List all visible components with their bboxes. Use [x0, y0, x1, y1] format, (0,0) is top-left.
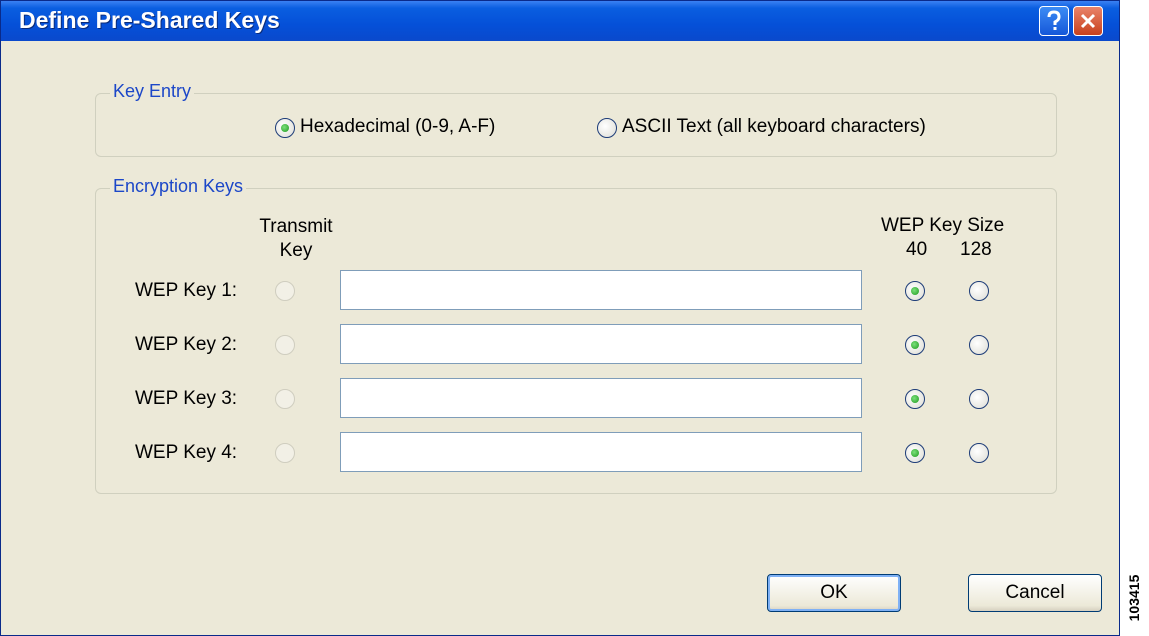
- wep-key-1-size-40-radio[interactable]: [905, 281, 925, 301]
- wep-key-4-transmit-radio[interactable]: [275, 443, 295, 463]
- ascii-text-radio[interactable]: [597, 118, 617, 138]
- hexadecimal-label[interactable]: Hexadecimal (0-9, A-F): [300, 116, 495, 138]
- close-icon: [1080, 13, 1096, 29]
- wep-key-3-input[interactable]: [340, 378, 862, 418]
- wep-key-3-transmit-radio[interactable]: [275, 389, 295, 409]
- cancel-button[interactable]: Cancel: [968, 574, 1102, 612]
- transmit-key-header: Transmit Key: [256, 215, 336, 263]
- dialog-window: Define Pre-Shared Keys Key Entry Hexadec…: [0, 0, 1120, 636]
- wep-key-3-size-40-radio[interactable]: [905, 389, 925, 409]
- wep-key-4-label: WEP Key 4:: [135, 442, 238, 463]
- wep-key-4-size-128-radio[interactable]: [969, 443, 989, 463]
- help-button[interactable]: [1039, 6, 1069, 36]
- wep-key-1-label: WEP Key 1:: [135, 280, 238, 301]
- wep-key-2-label: WEP Key 2:: [135, 334, 238, 355]
- ok-button[interactable]: OK: [767, 574, 901, 612]
- wep-key-3-size-128-radio[interactable]: [969, 389, 989, 409]
- wep-key-1-transmit-radio[interactable]: [275, 281, 295, 301]
- question-mark-icon: [1047, 10, 1061, 30]
- wep-key-2-input[interactable]: [340, 324, 862, 364]
- figure-id: 103415: [1122, 560, 1146, 636]
- wep-key-2-size-40-radio[interactable]: [905, 335, 925, 355]
- wep-key-size-header: WEP Key Size: [881, 215, 1005, 236]
- transmit-header-line1: Transmit: [259, 216, 333, 237]
- wep-key-1-input[interactable]: [340, 270, 862, 310]
- title-bar[interactable]: Define Pre-Shared Keys: [1, 1, 1119, 41]
- wep-key-4-input[interactable]: [340, 432, 862, 472]
- wep-key-2-size-128-radio[interactable]: [969, 335, 989, 355]
- transmit-header-line2: Key: [279, 240, 313, 261]
- dialog-title: Define Pre-Shared Keys: [19, 7, 280, 33]
- encryption-keys-legend: Encryption Keys: [110, 176, 247, 197]
- size-128-header: 128: [960, 239, 992, 260]
- wep-key-2-transmit-radio[interactable]: [275, 335, 295, 355]
- wep-key-4-size-40-radio[interactable]: [905, 443, 925, 463]
- wep-key-3-label: WEP Key 3:: [135, 388, 238, 409]
- size-40-header: 40: [906, 239, 928, 260]
- close-button[interactable]: [1073, 6, 1103, 36]
- ascii-text-label[interactable]: ASCII Text (all keyboard characters): [622, 116, 926, 138]
- wep-key-1-size-128-radio[interactable]: [969, 281, 989, 301]
- figure-id-text: 103415: [1126, 574, 1142, 622]
- hexadecimal-radio[interactable]: [275, 118, 295, 138]
- key-entry-legend: Key Entry: [110, 81, 195, 102]
